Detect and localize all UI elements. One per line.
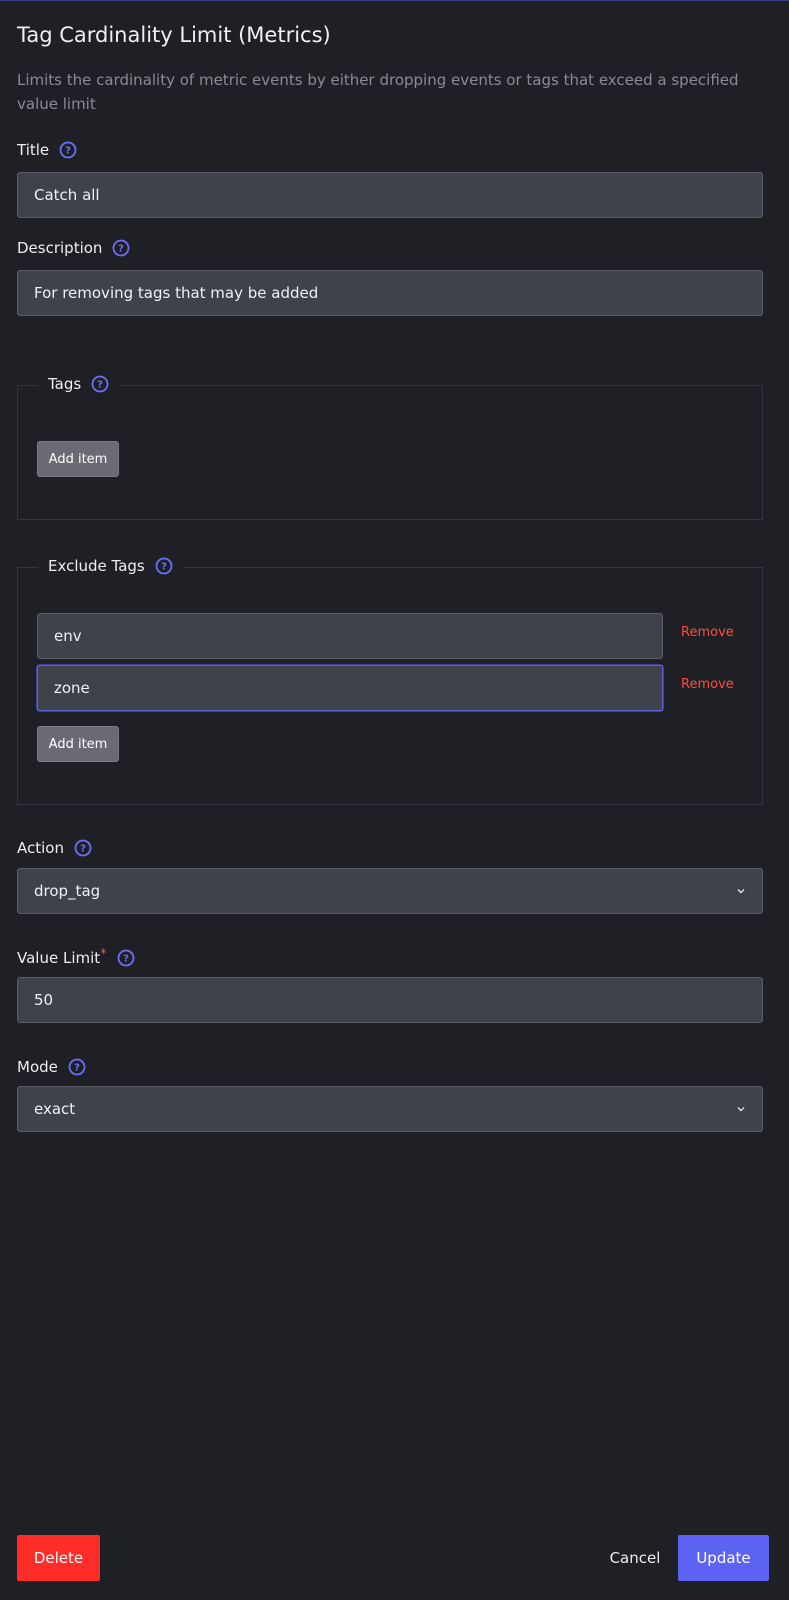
question-circle-icon[interactable]: ?: [155, 557, 173, 575]
title-label: Title: [17, 141, 50, 159]
action-select[interactable]: drop_tag: [17, 868, 763, 914]
value-limit-label-row: Value Limit * ?: [17, 946, 135, 967]
exclude-tag-remove-link[interactable]: Remove: [681, 625, 734, 640]
page-title: Tag Cardinality Limit (Metrics): [17, 23, 331, 47]
value-limit-label: Value Limit: [17, 949, 101, 967]
question-circle-icon[interactable]: ?: [74, 839, 92, 857]
exclude-tag-input[interactable]: [37, 613, 663, 659]
tags-add-item-button[interactable]: Add item: [37, 441, 119, 477]
title-label-row: Title ?: [17, 141, 77, 159]
svg-text:?: ?: [65, 146, 71, 157]
value-limit-input[interactable]: [17, 977, 763, 1023]
delete-button[interactable]: Delete: [17, 1535, 100, 1581]
description-label: Description: [17, 239, 103, 257]
action-label-row: Action ?: [17, 839, 92, 857]
svg-text:?: ?: [74, 1063, 80, 1074]
update-button[interactable]: Update: [678, 1535, 769, 1581]
svg-text:?: ?: [123, 954, 129, 965]
svg-text:?: ?: [119, 244, 125, 255]
mode-label: Mode: [17, 1058, 58, 1076]
mode-label-row: Mode ?: [17, 1058, 86, 1076]
title-input[interactable]: [17, 172, 763, 218]
question-circle-icon[interactable]: ?: [59, 141, 77, 159]
mode-selected-value: exact: [34, 1100, 76, 1118]
required-asterisk: *: [100, 946, 107, 962]
svg-text:?: ?: [161, 562, 167, 573]
mode-select[interactable]: exact: [17, 1086, 763, 1132]
tags-legend: Tags ?: [38, 375, 120, 393]
question-circle-icon[interactable]: ?: [68, 1058, 86, 1076]
question-circle-icon[interactable]: ?: [117, 949, 135, 967]
tags-label: Tags: [48, 375, 82, 393]
tags-fieldset: Tags ?: [17, 375, 763, 520]
description-input[interactable]: [17, 270, 763, 316]
question-circle-icon[interactable]: ?: [91, 375, 109, 393]
chevron-down-icon: [736, 1100, 746, 1118]
action-selected-value: drop_tag: [34, 882, 101, 900]
exclude-tag-input[interactable]: [37, 665, 663, 711]
exclude-tag-remove-link[interactable]: Remove: [681, 677, 734, 692]
exclude-tags-label: Exclude Tags: [48, 557, 145, 575]
description-label-row: Description ?: [17, 239, 130, 257]
chevron-down-icon: [736, 882, 746, 900]
action-label: Action: [17, 839, 64, 857]
cancel-button[interactable]: Cancel: [600, 1535, 670, 1581]
page-description: Limits the cardinality of metric events …: [17, 71, 739, 113]
question-circle-icon[interactable]: ?: [112, 239, 130, 257]
svg-text:?: ?: [97, 380, 103, 391]
exclude-tags-legend: Exclude Tags ?: [38, 557, 183, 575]
exclude-tags-add-item-button[interactable]: Add item: [37, 726, 119, 762]
svg-text:?: ?: [80, 844, 86, 855]
